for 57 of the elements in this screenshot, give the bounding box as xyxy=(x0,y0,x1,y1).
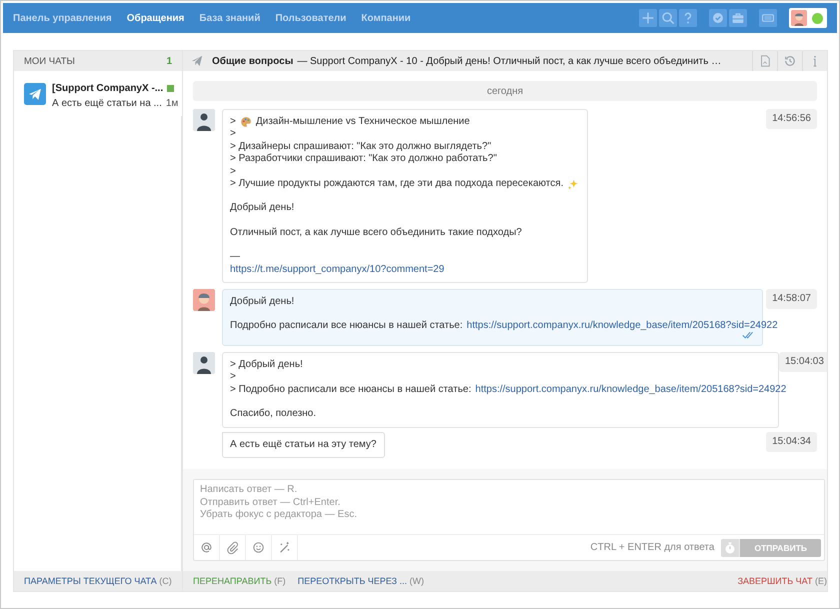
message-time: 15:04:03 xyxy=(779,352,827,372)
chat-preview: А есть ещё статьи на ... xyxy=(52,98,162,109)
search-icon[interactable] xyxy=(659,9,677,27)
palette-icon xyxy=(240,116,252,128)
chat-topic: Общие вопросы xyxy=(212,56,294,66)
message-text: > Лучшие продукты рождаются там, где эти два подхода пересекаются. xyxy=(230,178,564,190)
message-text: > xyxy=(230,128,236,141)
nav-tab[interactable]: Компании xyxy=(361,12,411,24)
chat-list-item[interactable]: [Support CompanyX -... А есть ещё статьи на ... 1м xyxy=(14,71,182,116)
message-time: 14:56:56 xyxy=(766,109,817,129)
keyboard-icon[interactable] xyxy=(759,9,777,27)
paper-plane-icon xyxy=(24,83,46,105)
message-link[interactable]: https://support.companyx.ru/knowledge_base/item/205168?sid=24922 xyxy=(466,320,778,333)
message-text: > Добрый день! xyxy=(230,358,303,372)
message-text: Подробно расписали все нюансы в нашей статье: xyxy=(230,320,463,333)
avatar-icon xyxy=(193,352,215,374)
message-link[interactable]: https://support.companyx.ru/knowledge_base/item/205168?sid=24922 xyxy=(475,384,786,396)
chat-action-link[interactable]: ПЕРЕНАПРАВИТЬ (F) xyxy=(193,576,286,586)
help-icon[interactable] xyxy=(679,9,697,27)
avatar-icon xyxy=(193,109,215,131)
avatar-icon xyxy=(791,10,807,26)
nav-tab[interactable]: Пользователи xyxy=(275,12,346,24)
message-text: > xyxy=(230,371,236,384)
message-link[interactable]: https://t.me/support_companyx/10?comment=29 xyxy=(230,264,444,276)
message-text: > xyxy=(230,116,236,128)
message-text: Дизайн-мышление vs Техническое мышление xyxy=(256,116,470,128)
message-text: — xyxy=(230,251,240,264)
chat-title: [Support CompanyX -... xyxy=(52,83,164,94)
message-time: 15:04:34 xyxy=(766,432,817,452)
user-menu[interactable] xyxy=(789,8,827,28)
message-text: > Подробно расписали все нюансы в нашей статье: xyxy=(230,384,472,396)
sidebar-title: МОИ ЧАТЫ xyxy=(24,56,75,66)
stopwatch-icon[interactable] xyxy=(721,538,740,556)
message-text: > Разработчики спрашивают: "Как это должно работать?" xyxy=(230,153,497,166)
plus-icon[interactable] xyxy=(639,9,657,27)
chat-action-link[interactable]: ПЕРЕОТКРЫТЬ ЧЕРЕЗ ... (W) xyxy=(298,576,424,586)
sparkle-icon xyxy=(567,178,580,190)
nav-tab[interactable]: Панель управления xyxy=(13,12,112,24)
chat-count: 1 xyxy=(166,56,172,66)
shortcut-hint: CTRL + ENTER для ответа xyxy=(590,542,714,553)
avatar-icon xyxy=(193,289,215,312)
message-time: 14:58:07 xyxy=(766,289,817,310)
nav-tab[interactable]: База знаний xyxy=(199,12,260,24)
message-text: Добрый день! xyxy=(230,296,294,308)
nav-tab[interactable]: Обращения xyxy=(126,12,184,24)
paper-plane-icon xyxy=(191,55,203,67)
chat-action-link[interactable]: ЗАВЕРШИТЬ ЧАТ (E) xyxy=(738,576,827,586)
briefcase-icon[interactable] xyxy=(729,9,747,27)
message-text: А есть ещё статьи на эту тему? xyxy=(230,438,376,451)
message-text: Добрый день! xyxy=(230,202,294,215)
chat-subject: — Support CompanyX - 10 - Добрый день! Отличный пост, а как лучше всего объединить … xyxy=(297,56,722,66)
message-text: > xyxy=(230,166,236,178)
message-text: > Дизайнеры спрашивают: "Как это должно выглядеть?" xyxy=(230,140,492,154)
message-text: Спасибо, полезно. xyxy=(230,408,316,420)
message-text: Отличный пост, а как лучше всего объединить такие подходы? xyxy=(230,226,522,240)
shield-check-icon[interactable] xyxy=(709,9,727,27)
chat-time: 1м xyxy=(166,98,178,109)
